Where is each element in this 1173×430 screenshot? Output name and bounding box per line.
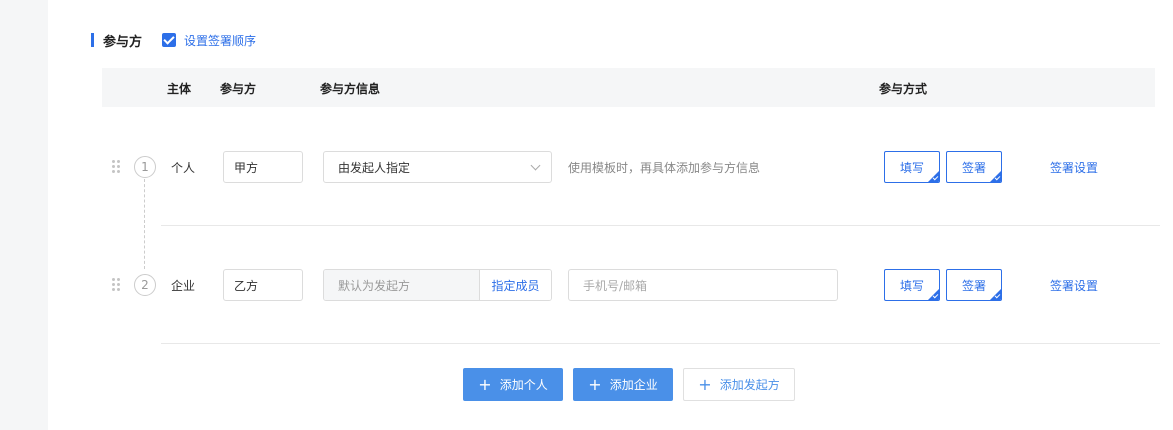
add-sender-label: 添加发起方 bbox=[719, 378, 780, 392]
drag-handle[interactable] bbox=[112, 160, 122, 174]
party-name-input[interactable]: 乙方 bbox=[223, 269, 303, 301]
assign-member-button[interactable]: 指定成员 bbox=[480, 270, 551, 300]
left-sidebar-strip bbox=[0, 0, 48, 430]
section-title: 参与方 bbox=[103, 34, 143, 50]
drag-handle[interactable] bbox=[112, 278, 122, 292]
add-company-label: 添加企业 bbox=[609, 378, 658, 392]
default-sender-field: 默认为发起方 bbox=[324, 270, 480, 300]
header-subject: 主体 bbox=[167, 82, 192, 96]
table-header: 主体 参与方 参与方信息 参与方式 bbox=[102, 68, 1155, 107]
sign-method-label: 签署 bbox=[961, 278, 986, 293]
contact-input[interactable]: 手机号/邮箱 bbox=[568, 269, 838, 301]
sign-method-label: 签署 bbox=[961, 160, 986, 175]
order-number: 1 bbox=[134, 156, 156, 178]
plus-icon: + bbox=[588, 374, 602, 394]
sign-settings-link[interactable]: 签署设置 bbox=[1050, 159, 1098, 176]
row-divider bbox=[161, 343, 1160, 344]
fill-method-button[interactable]: 填写 bbox=[884, 269, 940, 301]
member-assign-group: 默认为发起方 指定成员 bbox=[323, 269, 552, 301]
header-method: 参与方式 bbox=[879, 82, 928, 96]
plus-icon: + bbox=[698, 374, 712, 394]
subject-company: 企业 bbox=[171, 279, 196, 293]
contact-placeholder: 手机号/邮箱 bbox=[583, 278, 648, 293]
template-hint: 使用模板时，再具体添加参与方信息 bbox=[568, 161, 761, 175]
sign-method-button[interactable]: 签署 bbox=[946, 269, 1002, 301]
sign-method-button[interactable]: 签署 bbox=[946, 151, 1002, 183]
row-divider bbox=[161, 225, 1160, 226]
header-party: 参与方 bbox=[220, 82, 257, 96]
add-personal-button[interactable]: + 添加个人 bbox=[463, 368, 563, 401]
fill-method-label: 填写 bbox=[899, 160, 924, 175]
plus-icon: + bbox=[478, 374, 492, 394]
add-company-button[interactable]: + 添加企业 bbox=[573, 368, 673, 401]
order-connector bbox=[144, 179, 145, 269]
chevron-down-icon bbox=[530, 160, 541, 171]
section-header: 参与方 设置签署顺序 bbox=[91, 31, 256, 50]
add-sender-button[interactable]: + 添加发起方 bbox=[683, 368, 795, 401]
party-info-select[interactable]: 由发起人指定 bbox=[323, 151, 552, 183]
sign-order-checkbox[interactable] bbox=[162, 33, 177, 47]
order-number: 2 bbox=[134, 274, 156, 296]
party-info-select-value: 由发起人指定 bbox=[338, 160, 411, 175]
fill-method-label: 填写 bbox=[899, 278, 924, 293]
header-party-info: 参与方信息 bbox=[320, 82, 381, 96]
sign-order-label[interactable]: 设置签署顺序 bbox=[184, 32, 256, 49]
section-accent-bar bbox=[91, 33, 94, 47]
party-name-input[interactable]: 甲方 bbox=[223, 151, 303, 183]
subject-personal: 个人 bbox=[171, 161, 196, 175]
add-personal-label: 添加个人 bbox=[499, 378, 548, 392]
fill-method-button[interactable]: 填写 bbox=[884, 151, 940, 183]
sign-settings-link[interactable]: 签署设置 bbox=[1050, 277, 1098, 294]
